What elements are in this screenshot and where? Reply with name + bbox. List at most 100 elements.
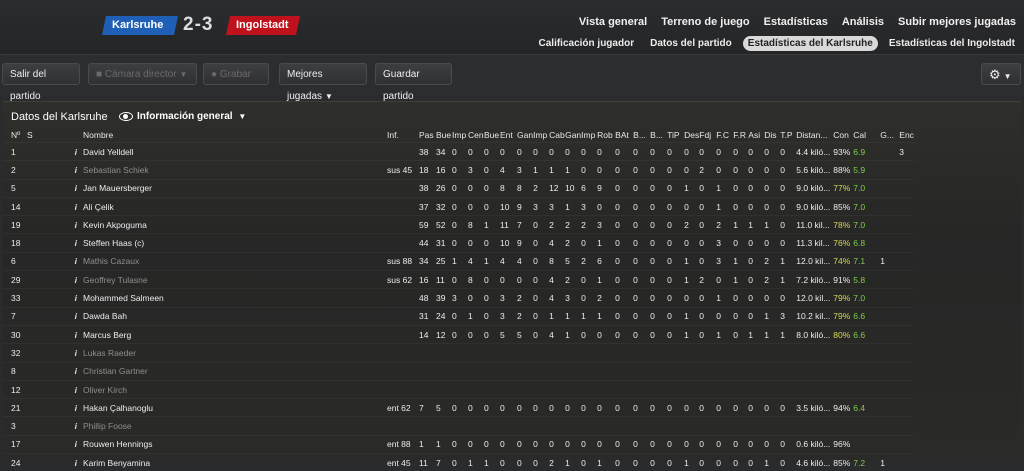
player-name[interactable]: Mohammed Salmeen <box>83 288 387 308</box>
column-header[interactable]: Fdj <box>699 128 716 143</box>
player-name[interactable]: Christian Gartner <box>83 361 387 381</box>
column-header[interactable]: F.R <box>733 128 748 143</box>
info-icon[interactable]: i <box>39 141 83 161</box>
info-icon[interactable]: i <box>39 215 83 234</box>
column-header[interactable]: Bue <box>436 128 452 143</box>
table-row[interactable]: 17 i Rouwen Hennings ent 88 1 1 0 0 0 0 0 0 0 0 0 0 0 0 0 0… <box>3 434 915 454</box>
table-row[interactable]: 30 i Marcus Berg 14 12 0 0 0 5 5 0 4 1 0 0 0 0 0 0 1 0 1 0 1 1 1 8… <box>3 324 915 344</box>
record-button[interactable]: ● Grabar <box>203 63 269 85</box>
info-icon[interactable]: i <box>39 453 83 471</box>
exit-match-button[interactable]: Salir del partido <box>2 63 80 102</box>
settings-button[interactable]: ⚙ ▼ <box>981 63 1021 85</box>
table-row[interactable]: 2 i Sebastian Schiek sus 45 18 16 0 3 0 4 3 1 1 1 0 0 0 0… <box>3 160 915 180</box>
info-icon[interactable]: i <box>39 251 83 271</box>
table-row[interactable]: 6 i Mathis Cazaux sus 88 34 25 1 4 1 4 4 0 8 5 2 6 0 0 0 0 1… <box>3 251 915 271</box>
column-header[interactable]: TiP <box>667 128 684 143</box>
column-header[interactable]: Gan <box>565 128 581 143</box>
table-row[interactable]: 24 i Karim Benyamina ent 45 11 7 0 1 1 0 0 0 2 1 0 1 0 0 0… <box>3 453 915 471</box>
table-row[interactable]: 1 i David Yelldell 38 34 0 0 0 0 0 0 0 0 0 0 0 0 0 0 0 0 0 0 0 0… <box>3 141 915 161</box>
column-header[interactable]: Distan... <box>796 128 833 143</box>
info-icon[interactable]: i <box>39 361 83 381</box>
table-row[interactable]: 33 i Mohammed Salmeen 48 39 3 0 0 3 2 0 4 3 0 2 0 0 0 0 0 0 1… <box>3 288 915 308</box>
player-name[interactable]: Mathis Cazaux <box>83 251 387 271</box>
save-match-button[interactable]: Guardar partido <box>375 63 452 102</box>
column-header[interactable]: Nº <box>3 128 27 143</box>
player-name[interactable]: Jan Mauersberger <box>83 178 387 198</box>
player-name[interactable]: David Yelldell <box>83 141 387 161</box>
table-row[interactable]: 19 i Kevin Akpoguma 59 52 0 8 1 11 7 0 2 2 2 3 0 0 0 0 2 0 2 1… <box>3 215 915 234</box>
player-name[interactable]: Marcus Berg <box>83 324 387 344</box>
info-icon[interactable]: i <box>39 233 83 253</box>
info-icon[interactable]: i <box>39 306 83 326</box>
column-header[interactable]: Cab <box>549 128 565 143</box>
info-icon[interactable]: i <box>39 270 83 289</box>
player-name[interactable]: Hakan Çalhanoglu <box>83 398 387 417</box>
away-team-badge[interactable]: Ingolstadt <box>225 16 301 35</box>
highlights-button[interactable]: Mejores jugadas ▼ <box>279 63 367 102</box>
player-name[interactable]: Ali Çelik <box>83 196 387 216</box>
table-row[interactable]: 8 i Christian Gartner <box>3 361 915 381</box>
table-row[interactable]: 12 i Oliver Kirch <box>3 379 915 399</box>
info-icon[interactable]: i <box>39 160 83 180</box>
nav-analysis[interactable]: Análisis <box>842 16 884 28</box>
info-icon[interactable]: i <box>39 416 83 436</box>
tab-away-stats[interactable]: Estadísticas del Ingolstadt <box>884 36 1020 51</box>
column-header[interactable]: Imp <box>452 128 468 143</box>
column-header[interactable]: Nombre <box>83 128 387 143</box>
player-name[interactable]: Dawda Bah <box>83 306 387 326</box>
nav-stats[interactable]: Estadísticas <box>764 16 828 28</box>
info-icon[interactable]: i <box>39 324 83 344</box>
column-header[interactable]: S <box>27 128 39 143</box>
info-icon[interactable]: i <box>39 398 83 417</box>
player-name[interactable]: Sebastian Schiek <box>83 160 387 180</box>
column-header[interactable]: Gan <box>517 128 533 143</box>
player-name[interactable]: Geoffrey Tulasne <box>83 270 387 289</box>
column-header[interactable]: B... <box>633 128 650 143</box>
info-icon[interactable]: i <box>39 288 83 308</box>
column-header[interactable]: Dis <box>764 128 780 143</box>
director-camera-button[interactable]: ■ Cámara director ▼ <box>88 63 197 85</box>
tab-match-data[interactable]: Datos del partido <box>645 36 737 51</box>
column-header[interactable]: BAt <box>615 128 633 143</box>
column-header[interactable]: Cen <box>468 128 484 143</box>
info-icon[interactable]: i <box>39 178 83 198</box>
column-header[interactable]: Bue <box>484 128 500 143</box>
info-icon[interactable]: i <box>39 379 83 399</box>
table-row[interactable]: 3 i Phillip Foose <box>3 416 915 436</box>
column-header[interactable]: Enc <box>899 128 914 143</box>
nav-pitch[interactable]: Terreno de juego <box>661 16 749 28</box>
view-selector[interactable]: Información general ▼ <box>119 111 246 122</box>
column-header[interactable]: Imp <box>533 128 549 143</box>
column-header[interactable]: Imp <box>581 128 597 143</box>
column-header[interactable]: Con <box>833 128 853 143</box>
info-icon[interactable]: i <box>39 343 83 363</box>
table-row[interactable]: 5 i Jan Mauersberger 38 26 0 0 0 8 8 2 12 10 6 9 0 0 0 0 1 0… <box>3 178 915 198</box>
info-icon[interactable]: i <box>39 434 83 454</box>
column-header[interactable]: Inf. <box>387 128 419 143</box>
column-header[interactable]: Cal <box>853 128 880 143</box>
player-name[interactable]: Oliver Kirch <box>83 379 387 399</box>
player-name[interactable]: Steffen Haas (c) <box>83 233 387 253</box>
player-name[interactable]: Lukas Raeder <box>83 343 387 363</box>
player-name[interactable]: Rouwen Hennings <box>83 434 387 454</box>
column-header[interactable]: Rob <box>597 128 615 143</box>
tab-home-stats[interactable]: Estadísticas del Karlsruhe <box>742 36 878 51</box>
column-header[interactable]: Asi <box>748 128 764 143</box>
nav-upload-highlights[interactable]: Subir mejores jugadas <box>898 16 1016 28</box>
player-name[interactable]: Phillip Foose <box>83 416 387 436</box>
tab-player-ratings[interactable]: Calificación jugador <box>534 36 640 51</box>
table-row[interactable]: 7 i Dawda Bah 31 24 0 1 0 3 2 0 1 1 1 1 0 0 0 0 1 0 0 0 0 1 3 10.2… <box>3 306 915 326</box>
info-icon[interactable]: i <box>39 196 83 216</box>
column-header[interactable]: Ent <box>500 128 517 143</box>
table-row[interactable]: 29 i Geoffrey Tulasne sus 62 16 11 0 8 0 0 0 0 4 2 0 1 0… <box>3 270 915 289</box>
home-team-badge[interactable]: Karlsruhe <box>101 16 179 35</box>
table-row[interactable]: 18 i Steffen Haas (c) 44 31 0 0 0 10 9 0 4 2 0 1 0 0 0 0 0 0… <box>3 233 915 253</box>
column-header[interactable]: G... <box>880 128 899 143</box>
nav-overview[interactable]: Vista general <box>579 16 647 28</box>
column-header[interactable]: Des <box>684 128 699 143</box>
column-header[interactable]: Pas <box>419 128 436 143</box>
table-row[interactable]: 21 i Hakan Çalhanoglu ent 62 7 5 0 0 0 0 0 0 0 0 0 0 0 0 0… <box>3 398 915 417</box>
column-header[interactable]: F.C <box>716 128 733 143</box>
column-header[interactable]: T.P <box>780 128 796 143</box>
table-row[interactable]: 32 i Lukas Raeder <box>3 343 915 363</box>
